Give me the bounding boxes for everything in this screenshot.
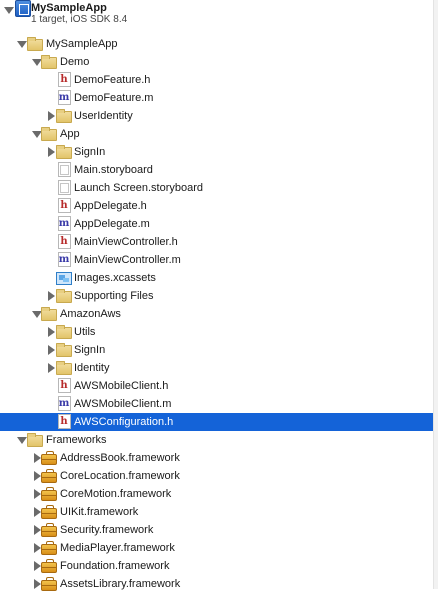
framework-toolbox-icon — [41, 522, 57, 538]
header-file-icon: h — [56, 378, 72, 394]
navigator-row-label: AWSMobileClient.h — [74, 380, 169, 392]
navigator-row[interactable]: Utils — [0, 323, 434, 341]
navigator-row-label: AWSMobileClient.m — [74, 398, 172, 410]
navigator-row[interactable]: MySampleApp — [0, 35, 434, 53]
folder-icon — [41, 126, 57, 142]
folder-icon — [56, 288, 72, 304]
project-root-row[interactable]: MySampleApp 1 target, iOS SDK 8.4 — [0, 0, 434, 34]
folder-icon — [41, 306, 57, 322]
implementation-file-icon: m — [57, 252, 71, 267]
navigator-row[interactable]: MediaPlayer.framework — [0, 539, 434, 557]
navigator-row[interactable]: Demo — [0, 53, 434, 71]
navigator-row-label: MySampleApp — [46, 38, 118, 50]
folder-icon — [56, 108, 72, 124]
navigator-row-label: Main.storyboard — [74, 164, 153, 176]
asset-catalog-icon — [56, 270, 72, 286]
navigator-row-label: CoreMotion.framework — [60, 488, 172, 500]
navigator-row-label: DemoFeature.m — [74, 92, 154, 104]
navigator-row[interactable]: SignIn — [0, 341, 434, 359]
navigator-row-label: MainViewController.h — [74, 236, 178, 248]
navigator-row-label: MainViewController.m — [74, 254, 181, 266]
navigator-row[interactable]: h AppDelegate.h — [0, 197, 434, 215]
navigator-row[interactable]: SignIn — [0, 143, 434, 161]
navigator-row[interactable]: h MainViewController.h — [0, 233, 434, 251]
project-name: MySampleApp — [31, 2, 107, 14]
header-file-icon: h — [56, 414, 72, 430]
navigator-row[interactable]: AddressBook.framework — [0, 449, 434, 467]
navigator-row[interactable]: AssetsLibrary.framework — [0, 575, 434, 593]
navigator-row[interactable]: UserIdentity — [0, 107, 434, 125]
navigator-row[interactable]: Foundation.framework — [0, 557, 434, 575]
navigator-row-label: Identity — [74, 362, 110, 374]
navigator-row[interactable]: CoreLocation.framework — [0, 467, 434, 485]
xcode-project-icon — [15, 0, 31, 17]
framework-toolbox-icon — [41, 540, 57, 556]
folder-icon — [27, 432, 43, 448]
framework-toolbox-icon — [41, 450, 57, 466]
framework-toolbox-icon — [41, 576, 57, 592]
implementation-file-icon: m — [57, 216, 71, 231]
navigator-row[interactable]: Identity — [0, 359, 434, 377]
navigator-row-label: Supporting Files — [74, 290, 154, 302]
implementation-file-icon: m — [57, 396, 71, 411]
navigator-row-label: MediaPlayer.framework — [60, 542, 175, 554]
disclosure-triangle-expanded-icon[interactable] — [3, 4, 15, 16]
folder-icon — [56, 324, 72, 340]
framework-toolbox-icon — [41, 486, 57, 502]
navigator-row-label: Frameworks — [46, 434, 107, 446]
navigator-row-label: Foundation.framework — [60, 560, 170, 572]
framework-toolbox-icon — [41, 468, 57, 484]
navigator-row-label: AWSConfiguration.h — [74, 416, 174, 428]
navigator-row-label: Utils — [74, 326, 96, 338]
navigator-row-label: AppDelegate.h — [74, 200, 147, 212]
project-navigator: MySampleApp 1 target, iOS SDK 8.4 MySamp… — [0, 0, 434, 591]
navigator-row[interactable]: m AWSMobileClient.m — [0, 395, 434, 413]
navigator-row-label: Launch Screen.storyboard — [74, 182, 204, 194]
navigator-row[interactable]: CoreMotion.framework — [0, 485, 434, 503]
folder-icon — [56, 144, 72, 160]
navigator-row-label: Demo — [60, 56, 90, 68]
navigator-row[interactable]: App — [0, 125, 434, 143]
navigator-row[interactable]: AmazonAws — [0, 305, 434, 323]
navigator-row-label: App — [60, 128, 80, 140]
folder-icon — [56, 342, 72, 358]
navigator-row-label: SignIn — [74, 344, 106, 356]
navigator-row-label: AppDelegate.m — [74, 218, 150, 230]
navigator-row[interactable]: m DemoFeature.m — [0, 89, 434, 107]
navigator-row[interactable]: Images.xcassets — [0, 269, 434, 287]
navigator-row[interactable]: h DemoFeature.h — [0, 71, 434, 89]
navigator-row[interactable]: Launch Screen.storyboard — [0, 179, 434, 197]
project-subtitle: 1 target, iOS SDK 8.4 — [31, 14, 128, 25]
implementation-file-icon: m — [57, 90, 71, 105]
navigator-row[interactable]: m AppDelegate.m — [0, 215, 434, 233]
navigator-row[interactable]: Main.storyboard — [0, 161, 434, 179]
vertical-scrollbar[interactable] — [433, 0, 438, 589]
navigator-row[interactable]: Frameworks — [0, 431, 434, 449]
folder-icon — [56, 360, 72, 376]
navigator-row-label: CoreLocation.framework — [60, 470, 180, 482]
navigator-row-label: Images.xcassets — [74, 272, 156, 284]
navigator-row-label: AmazonAws — [60, 308, 121, 320]
navigator-row[interactable]: Security.framework — [0, 521, 434, 539]
navigator-row[interactable]: h AWSMobileClient.h — [0, 377, 434, 395]
framework-toolbox-icon — [41, 504, 57, 520]
framework-toolbox-icon — [41, 558, 57, 574]
header-file-icon: h — [56, 198, 72, 214]
header-file-icon: h — [56, 234, 72, 250]
folder-icon — [41, 54, 57, 70]
navigator-row-label: SignIn — [74, 146, 106, 158]
navigator-row-label: Security.framework — [60, 524, 154, 536]
navigator-row-label: DemoFeature.h — [74, 74, 151, 86]
navigator-row-label: AddressBook.framework — [60, 452, 180, 464]
folder-icon — [27, 36, 43, 52]
navigator-row[interactable]: Supporting Files — [0, 287, 434, 305]
navigator-row[interactable]: UIKit.framework — [0, 503, 434, 521]
navigator-row-label: UserIdentity — [74, 110, 133, 122]
header-file-icon: h — [56, 72, 72, 88]
navigator-row-label: UIKit.framework — [60, 506, 139, 518]
storyboard-file-icon — [56, 162, 72, 178]
storyboard-file-icon — [56, 180, 72, 196]
navigator-row[interactable]: h AWSConfiguration.h — [0, 413, 434, 431]
navigator-row[interactable]: m MainViewController.m — [0, 251, 434, 269]
